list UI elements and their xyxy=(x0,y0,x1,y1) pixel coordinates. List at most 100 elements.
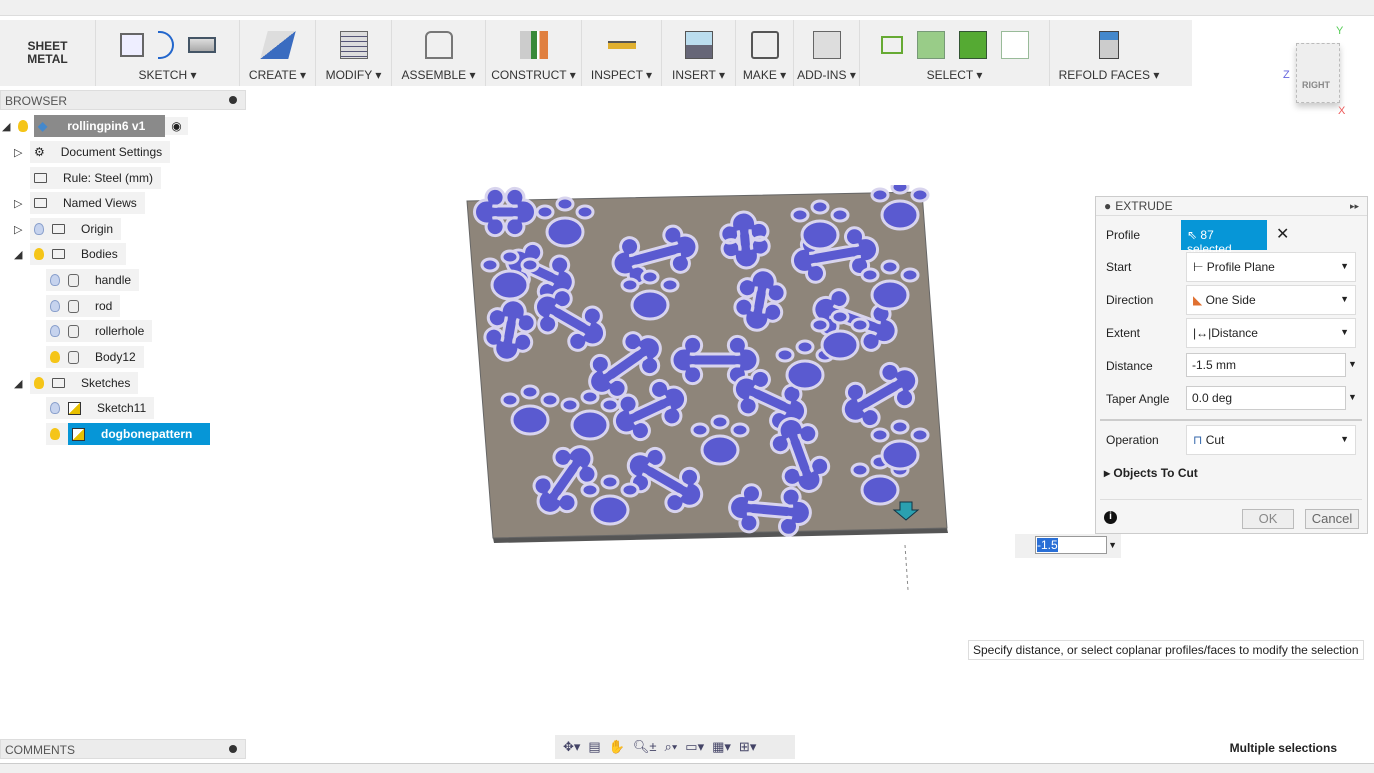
tree-rule[interactable]: Rule: Steel (mm) xyxy=(30,167,162,189)
tree-document-settings[interactable]: ▷ ⚙ Document Settings xyxy=(14,141,171,163)
tree-sketches[interactable]: ◢ Sketches xyxy=(14,372,139,394)
distance-input[interactable]: -1.5 mm xyxy=(1186,353,1346,377)
start-select[interactable]: ⊢ Profile Plane ▼ xyxy=(1186,252,1356,282)
activate-icon[interactable]: ◉ xyxy=(165,117,188,135)
select-body-icon[interactable] xyxy=(916,31,945,59)
tree-body-handle[interactable]: handle xyxy=(46,269,140,291)
sketch-menu[interactable]: SKETCH ▾ xyxy=(138,66,196,86)
scripts-icon[interactable] xyxy=(812,31,841,59)
assemble-menu[interactable]: ASSEMBLE ▾ xyxy=(401,66,475,86)
bottom-bar xyxy=(0,763,1374,773)
distance-dropdown[interactable]: ▼ xyxy=(1348,359,1357,369)
operation-select[interactable]: ⊓ Cut ▼ xyxy=(1186,425,1356,455)
collapse-browser-icon[interactable] xyxy=(229,96,237,104)
tree-bodies[interactable]: ◢ Bodies xyxy=(14,243,126,265)
tree-body-rod[interactable]: rod xyxy=(46,295,121,317)
visibility-bulb-icon[interactable] xyxy=(50,351,60,363)
display-settings-icon[interactable]: ▭▾ xyxy=(685,739,704,755)
select-through-icon[interactable] xyxy=(1000,31,1029,59)
visibility-bulb-icon[interactable] xyxy=(34,223,44,235)
visibility-bulb-icon[interactable] xyxy=(18,120,28,132)
orbit-icon[interactable]: ✥▾ xyxy=(563,739,580,755)
zoom-icon[interactable]: 🔍︎± xyxy=(633,739,657,755)
expand-icon[interactable]: ▷ xyxy=(14,197,26,210)
expand-icon[interactable]: ▷ xyxy=(14,146,26,159)
clear-selection-icon[interactable]: ✕ xyxy=(1276,224,1289,244)
modify-icon[interactable] xyxy=(339,31,368,59)
workspace-switcher[interactable]: SHEET METAL xyxy=(0,20,96,86)
distance-manipulator[interactable]: -1.5 ▼ xyxy=(1015,534,1121,558)
inspect-menu[interactable]: INSPECT ▾ xyxy=(591,66,652,86)
create-menu[interactable]: CREATE ▾ xyxy=(249,66,306,86)
select-menu[interactable]: SELECT ▾ xyxy=(927,66,983,86)
grid-icon[interactable]: ▦▾ xyxy=(712,739,731,755)
tree-body-rollerhole[interactable]: rollerhole xyxy=(46,320,153,342)
visibility-bulb-icon[interactable] xyxy=(34,377,44,389)
visibility-bulb-icon[interactable] xyxy=(50,300,60,312)
fit-icon[interactable]: ⌕▾ xyxy=(665,739,678,755)
rectangle-icon[interactable] xyxy=(187,37,216,53)
refold-faces-menu[interactable]: REFOLD FACES ▾ xyxy=(1059,66,1160,86)
viewport-model[interactable] xyxy=(460,185,960,605)
body-icon xyxy=(68,273,79,287)
taper-angle-input[interactable]: 0.0 deg xyxy=(1186,386,1346,410)
view-cube-face-right[interactable]: RIGHT xyxy=(1302,80,1330,90)
visibility-bulb-icon[interactable] xyxy=(34,248,44,260)
extent-select[interactable]: |↔|Distance ▼ xyxy=(1186,318,1356,348)
tree-sketch11[interactable]: Sketch11 xyxy=(46,397,155,419)
window-select-icon[interactable] xyxy=(880,36,903,54)
flange-icon[interactable] xyxy=(259,31,296,59)
insert-image-icon[interactable] xyxy=(684,31,713,59)
cancel-button[interactable]: Cancel xyxy=(1305,509,1359,529)
tree-dogbonepattern[interactable]: dogbonepattern xyxy=(46,423,211,445)
add-comment-icon[interactable] xyxy=(229,745,237,753)
selection-status: Multiple selections xyxy=(1229,741,1337,755)
profile-selection[interactable]: ⇖ 87 selected xyxy=(1181,220,1267,256)
distance-manipulator-input[interactable]: -1.5 xyxy=(1037,538,1058,552)
refold-faces-icon[interactable] xyxy=(1099,31,1119,59)
tree-root[interactable]: ◢ ◆ rollingpin6 v1 ◉ xyxy=(2,115,188,137)
browser-header: BROWSER xyxy=(0,90,246,110)
collapse-icon[interactable]: ◢ xyxy=(2,120,14,133)
view-cube[interactable]: Y Z X RIGHT xyxy=(1280,25,1360,120)
pan-icon[interactable]: ✋ xyxy=(609,739,625,755)
folder-icon xyxy=(34,198,47,208)
addins-menu[interactable]: ADD-INS ▾ xyxy=(797,66,856,86)
make-menu[interactable]: MAKE ▾ xyxy=(743,66,786,86)
3d-print-icon[interactable] xyxy=(750,31,779,59)
viewports-icon[interactable]: ⊞▾ xyxy=(739,739,756,755)
modify-menu[interactable]: MODIFY ▾ xyxy=(326,66,382,86)
info-icon[interactable]: i xyxy=(1104,511,1117,524)
insert-menu[interactable]: INSERT ▾ xyxy=(672,66,725,86)
tree-named-views[interactable]: ▷ Named Views xyxy=(14,192,145,214)
taper-dropdown[interactable]: ▼ xyxy=(1348,392,1357,402)
visibility-bulb-icon[interactable] xyxy=(50,325,60,337)
direction-select[interactable]: ◣ One Side ▼ xyxy=(1186,285,1356,315)
minimize-icon[interactable]: ● xyxy=(1104,199,1111,213)
ok-button[interactable]: OK xyxy=(1242,509,1294,529)
cut-icon: ⊓ xyxy=(1193,433,1203,447)
tree-origin[interactable]: ▷ Origin xyxy=(14,218,122,240)
collapse-icon[interactable]: ◢ xyxy=(14,377,26,390)
construct-menu[interactable]: CONSTRUCT ▾ xyxy=(491,66,575,86)
navigation-bar: ✥▾ ▤ ✋ 🔍︎± ⌕▾ ▭▾ ▦▾ ⊞▾ xyxy=(555,735,795,759)
look-at-icon[interactable]: ▤ xyxy=(588,739,600,755)
plane-icon[interactable] xyxy=(519,31,548,59)
visibility-bulb-icon[interactable] xyxy=(50,402,60,414)
joint-icon[interactable] xyxy=(424,31,453,59)
arc-icon[interactable] xyxy=(157,31,174,59)
expand-dialog-icon[interactable]: ▸▸ xyxy=(1350,201,1359,212)
visibility-bulb-icon[interactable] xyxy=(50,274,60,286)
expand-icon[interactable]: ▷ xyxy=(14,223,26,236)
extrude-dialog: ● EXTRUDE ▸▸ Profile ⇖ 87 selected ✕ Start ⊢ … xyxy=(1095,196,1368,534)
objects-to-cut-toggle[interactable]: ▸ Objects To Cut xyxy=(1104,466,1198,480)
collapse-icon[interactable]: ◢ xyxy=(14,248,26,261)
dropdown-icon[interactable]: ▼ xyxy=(1108,540,1117,550)
y-axis-label: Y xyxy=(1336,25,1344,37)
select-face-icon[interactable] xyxy=(958,31,987,59)
folder-icon xyxy=(52,224,65,234)
create-sketch-icon[interactable] xyxy=(119,33,144,57)
measure-icon[interactable] xyxy=(607,41,636,49)
visibility-bulb-icon[interactable] xyxy=(50,428,60,440)
tree-body-body12[interactable]: Body12 xyxy=(46,346,144,368)
